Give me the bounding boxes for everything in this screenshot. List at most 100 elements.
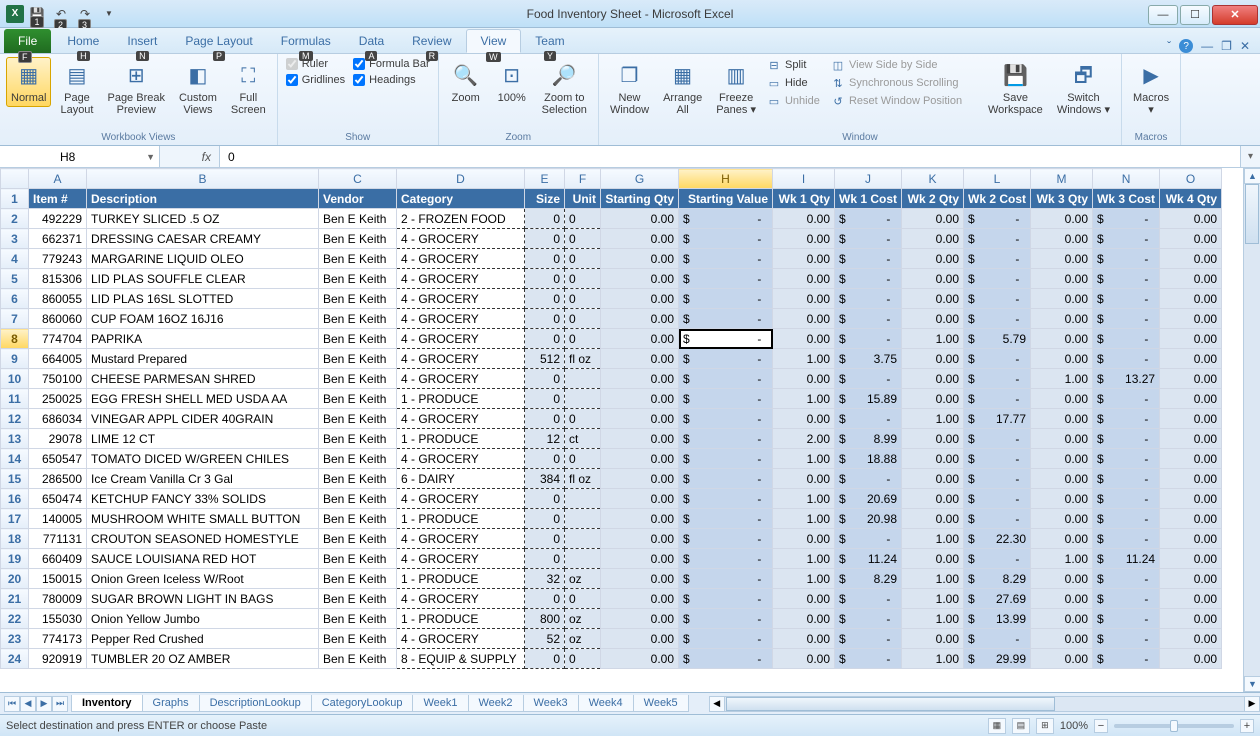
table-header-cell[interactable]: Wk 3 Qty [1031, 189, 1093, 209]
row-header[interactable]: 23 [1, 629, 29, 649]
cell-L22[interactable]: $13.99 [964, 609, 1031, 629]
cell-O10[interactable]: 0.00 [1160, 369, 1222, 389]
col-header-M[interactable]: M [1031, 169, 1093, 189]
cell-K8[interactable]: 1.00 [902, 329, 964, 349]
cell-J7[interactable]: $ - [835, 309, 902, 329]
cell-E17[interactable]: 0 [525, 509, 565, 529]
cell-O5[interactable]: 0.00 [1160, 269, 1222, 289]
cell-C9[interactable]: Ben E Keith [319, 349, 397, 369]
cell-J15[interactable]: $ - [835, 469, 902, 489]
cell-A20[interactable]: 150015 [29, 569, 87, 589]
cell-J18[interactable]: $ - [835, 529, 902, 549]
scroll-down-icon[interactable]: ▼ [1244, 676, 1260, 692]
cell-E21[interactable]: 0 [525, 589, 565, 609]
table-header-cell[interactable]: Wk 1 Qty [773, 189, 835, 209]
cell-E10[interactable]: 0 [525, 369, 565, 389]
cell-B22[interactable]: Onion Yellow Jumbo [87, 609, 319, 629]
cell-M11[interactable]: 0.00 [1031, 389, 1093, 409]
cell-A23[interactable]: 774173 [29, 629, 87, 649]
cell-J13[interactable]: $8.99 [835, 429, 902, 449]
ribbon-tab-formulas[interactable]: FormulasM [267, 29, 345, 53]
cell-A15[interactable]: 286500 [29, 469, 87, 489]
row-header[interactable]: 5 [1, 269, 29, 289]
cell-E15[interactable]: 384 [525, 469, 565, 489]
cell-K11[interactable]: 0.00 [902, 389, 964, 409]
cell-D8[interactable]: 4 - GROCERY [397, 329, 525, 349]
cell-M13[interactable]: 0.00 [1031, 429, 1093, 449]
cell-B20[interactable]: Onion Green Iceless W/Root [87, 569, 319, 589]
cell-M6[interactable]: 0.00 [1031, 289, 1093, 309]
cell-J12[interactable]: $ - [835, 409, 902, 429]
cell-F14[interactable]: 0 [565, 449, 601, 469]
cell-B2[interactable]: TURKEY SLICED .5 OZ [87, 209, 319, 229]
cell-L4[interactable]: $ - [964, 249, 1031, 269]
table-header-cell[interactable]: Wk 4 Qty [1160, 189, 1222, 209]
cell-J4[interactable]: $ - [835, 249, 902, 269]
cell-M22[interactable]: 0.00 [1031, 609, 1093, 629]
cell-A18[interactable]: 771131 [29, 529, 87, 549]
cell-M19[interactable]: 1.00 [1031, 549, 1093, 569]
qat-undo-icon[interactable]: ↶2 [50, 3, 72, 25]
cell-N9[interactable]: $ - [1093, 349, 1160, 369]
table-header-cell[interactable]: Size [525, 189, 565, 209]
cell-J19[interactable]: $11.24 [835, 549, 902, 569]
cell-G23[interactable]: 0.00 [601, 629, 679, 649]
cell-I14[interactable]: 1.00 [773, 449, 835, 469]
col-header-L[interactable]: L [964, 169, 1031, 189]
page-layout-view-icon[interactable]: ▤ [1012, 718, 1030, 734]
cell-C6[interactable]: Ben E Keith [319, 289, 397, 309]
cell-L3[interactable]: $ - [964, 229, 1031, 249]
cell-D4[interactable]: 4 - GROCERY [397, 249, 525, 269]
scroll-right-icon[interactable]: ▶ [1244, 696, 1260, 712]
cell-G4[interactable]: 0.00 [601, 249, 679, 269]
sheet-tab-week1[interactable]: Week1 [412, 695, 468, 712]
cell-K18[interactable]: 1.00 [902, 529, 964, 549]
cell-B3[interactable]: DRESSING CAESAR CREAMY [87, 229, 319, 249]
cell-L21[interactable]: $27.69 [964, 589, 1031, 609]
cell-J14[interactable]: $18.88 [835, 449, 902, 469]
cell-K22[interactable]: 1.00 [902, 609, 964, 629]
cell-C13[interactable]: Ben E Keith [319, 429, 397, 449]
scroll-thumb[interactable] [1245, 184, 1259, 244]
minimize-button[interactable]: — [1148, 5, 1178, 25]
cell-A12[interactable]: 686034 [29, 409, 87, 429]
cell-I20[interactable]: 1.00 [773, 569, 835, 589]
cell-G16[interactable]: 0.00 [601, 489, 679, 509]
row-header[interactable]: 9 [1, 349, 29, 369]
cell-G22[interactable]: 0.00 [601, 609, 679, 629]
cell-F7[interactable]: 0 [565, 309, 601, 329]
cell-B23[interactable]: Pepper Red Crushed [87, 629, 319, 649]
cell-C16[interactable]: Ben E Keith [319, 489, 397, 509]
row-header[interactable]: 14 [1, 449, 29, 469]
qat-customize-icon[interactable]: ▼ [98, 3, 120, 25]
cell-H5[interactable]: $ - [679, 269, 773, 289]
cell-B12[interactable]: VINEGAR APPL CIDER 40GRAIN [87, 409, 319, 429]
row-header[interactable]: 11 [1, 389, 29, 409]
cell-F10[interactable] [565, 369, 601, 389]
cell-B14[interactable]: TOMATO DICED W/GREEN CHILES [87, 449, 319, 469]
new-window-button[interactable]: ❐New Window [605, 57, 654, 119]
cell-B21[interactable]: SUGAR BROWN LIGHT IN BAGS [87, 589, 319, 609]
table-header-cell[interactable]: Wk 2 Qty [902, 189, 964, 209]
cell-C2[interactable]: Ben E Keith [319, 209, 397, 229]
cell-L13[interactable]: $ - [964, 429, 1031, 449]
cell-G5[interactable]: 0.00 [601, 269, 679, 289]
cell-C10[interactable]: Ben E Keith [319, 369, 397, 389]
row-header[interactable]: 16 [1, 489, 29, 509]
zoom-to-selection-button[interactable]: 🔎Zoom to Selection [537, 57, 592, 119]
cell-J20[interactable]: $8.29 [835, 569, 902, 589]
cell-C24[interactable]: Ben E Keith [319, 649, 397, 669]
cell-B18[interactable]: CROUTON SEASONED HOMESTYLE [87, 529, 319, 549]
cell-N23[interactable]: $ - [1093, 629, 1160, 649]
cell-K4[interactable]: 0.00 [902, 249, 964, 269]
cell-J24[interactable]: $ - [835, 649, 902, 669]
cell-G21[interactable]: 0.00 [601, 589, 679, 609]
cell-B10[interactable]: CHEESE PARMESAN SHRED [87, 369, 319, 389]
cell-E12[interactable]: 0 [525, 409, 565, 429]
cell-G9[interactable]: 0.00 [601, 349, 679, 369]
help-icon[interactable]: ? [1179, 39, 1193, 53]
cell-I23[interactable]: 0.00 [773, 629, 835, 649]
cell-G2[interactable]: 0.00 [601, 209, 679, 229]
cell-C5[interactable]: Ben E Keith [319, 269, 397, 289]
tab-nav-prev-icon[interactable]: ◀ [20, 696, 36, 712]
